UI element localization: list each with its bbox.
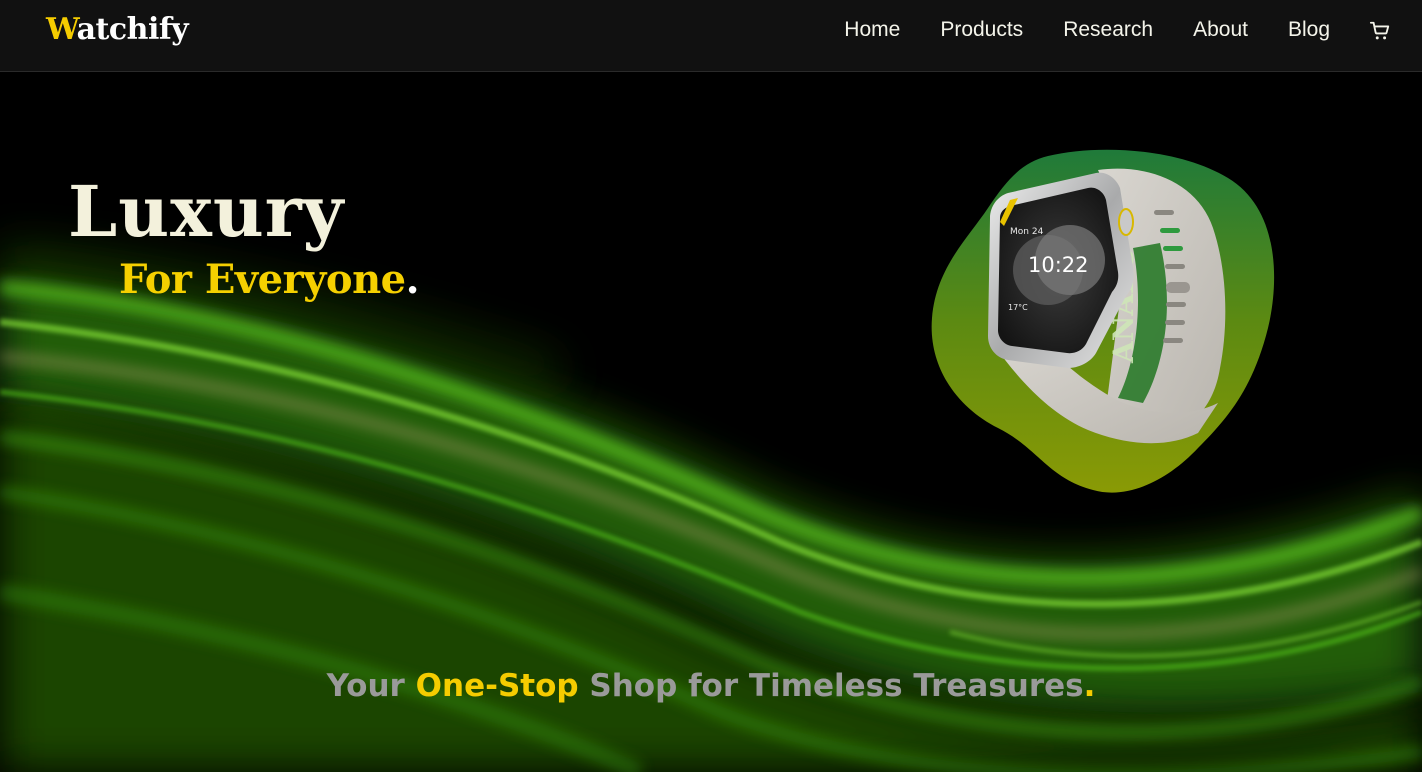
nav-link-about[interactable]: About [1193, 16, 1248, 44]
watch-time: 10:22 [1028, 253, 1089, 277]
navbar: Watchify Home Products Research About Bl… [0, 0, 1422, 72]
logo-text: atchify [76, 12, 189, 47]
logo[interactable]: Watchify [46, 12, 189, 47]
hero-tagline: Your One-Stop Shop for Timeless Treasure… [0, 666, 1422, 706]
hero-section: Luxury For Everyone. ANARC Mon 24 10:22 … [0, 72, 1422, 772]
logo-initial: W [46, 12, 77, 47]
hero-subtitle: For Everyone. [119, 252, 420, 308]
watch-temperature: 17°C [1008, 303, 1028, 312]
nav-link-products[interactable]: Products [940, 16, 1023, 44]
cart-icon[interactable] [1369, 20, 1391, 42]
hero-subtitle-dot: . [405, 256, 420, 303]
nav-link-research[interactable]: Research [1063, 16, 1153, 44]
tagline-part1: Your [326, 668, 416, 704]
tagline-highlight: One-Stop [415, 668, 579, 704]
smartwatch-image: ANARC Mon 24 10:22 17°C [931, 149, 1275, 493]
hero-title: Luxury [68, 170, 345, 253]
nav-links: Home Products Research About Blog [844, 16, 1330, 44]
watch-date: Mon 24 [1010, 227, 1044, 237]
tagline-dot: . [1083, 668, 1096, 704]
tagline-part2: Shop for Timeless Treasures [578, 668, 1084, 704]
nav-link-blog[interactable]: Blog [1288, 16, 1330, 44]
hero-subtitle-text: For Everyone [119, 256, 406, 303]
page: Watchify Home Products Research About Bl… [0, 0, 1422, 772]
nav-link-home[interactable]: Home [844, 16, 900, 44]
